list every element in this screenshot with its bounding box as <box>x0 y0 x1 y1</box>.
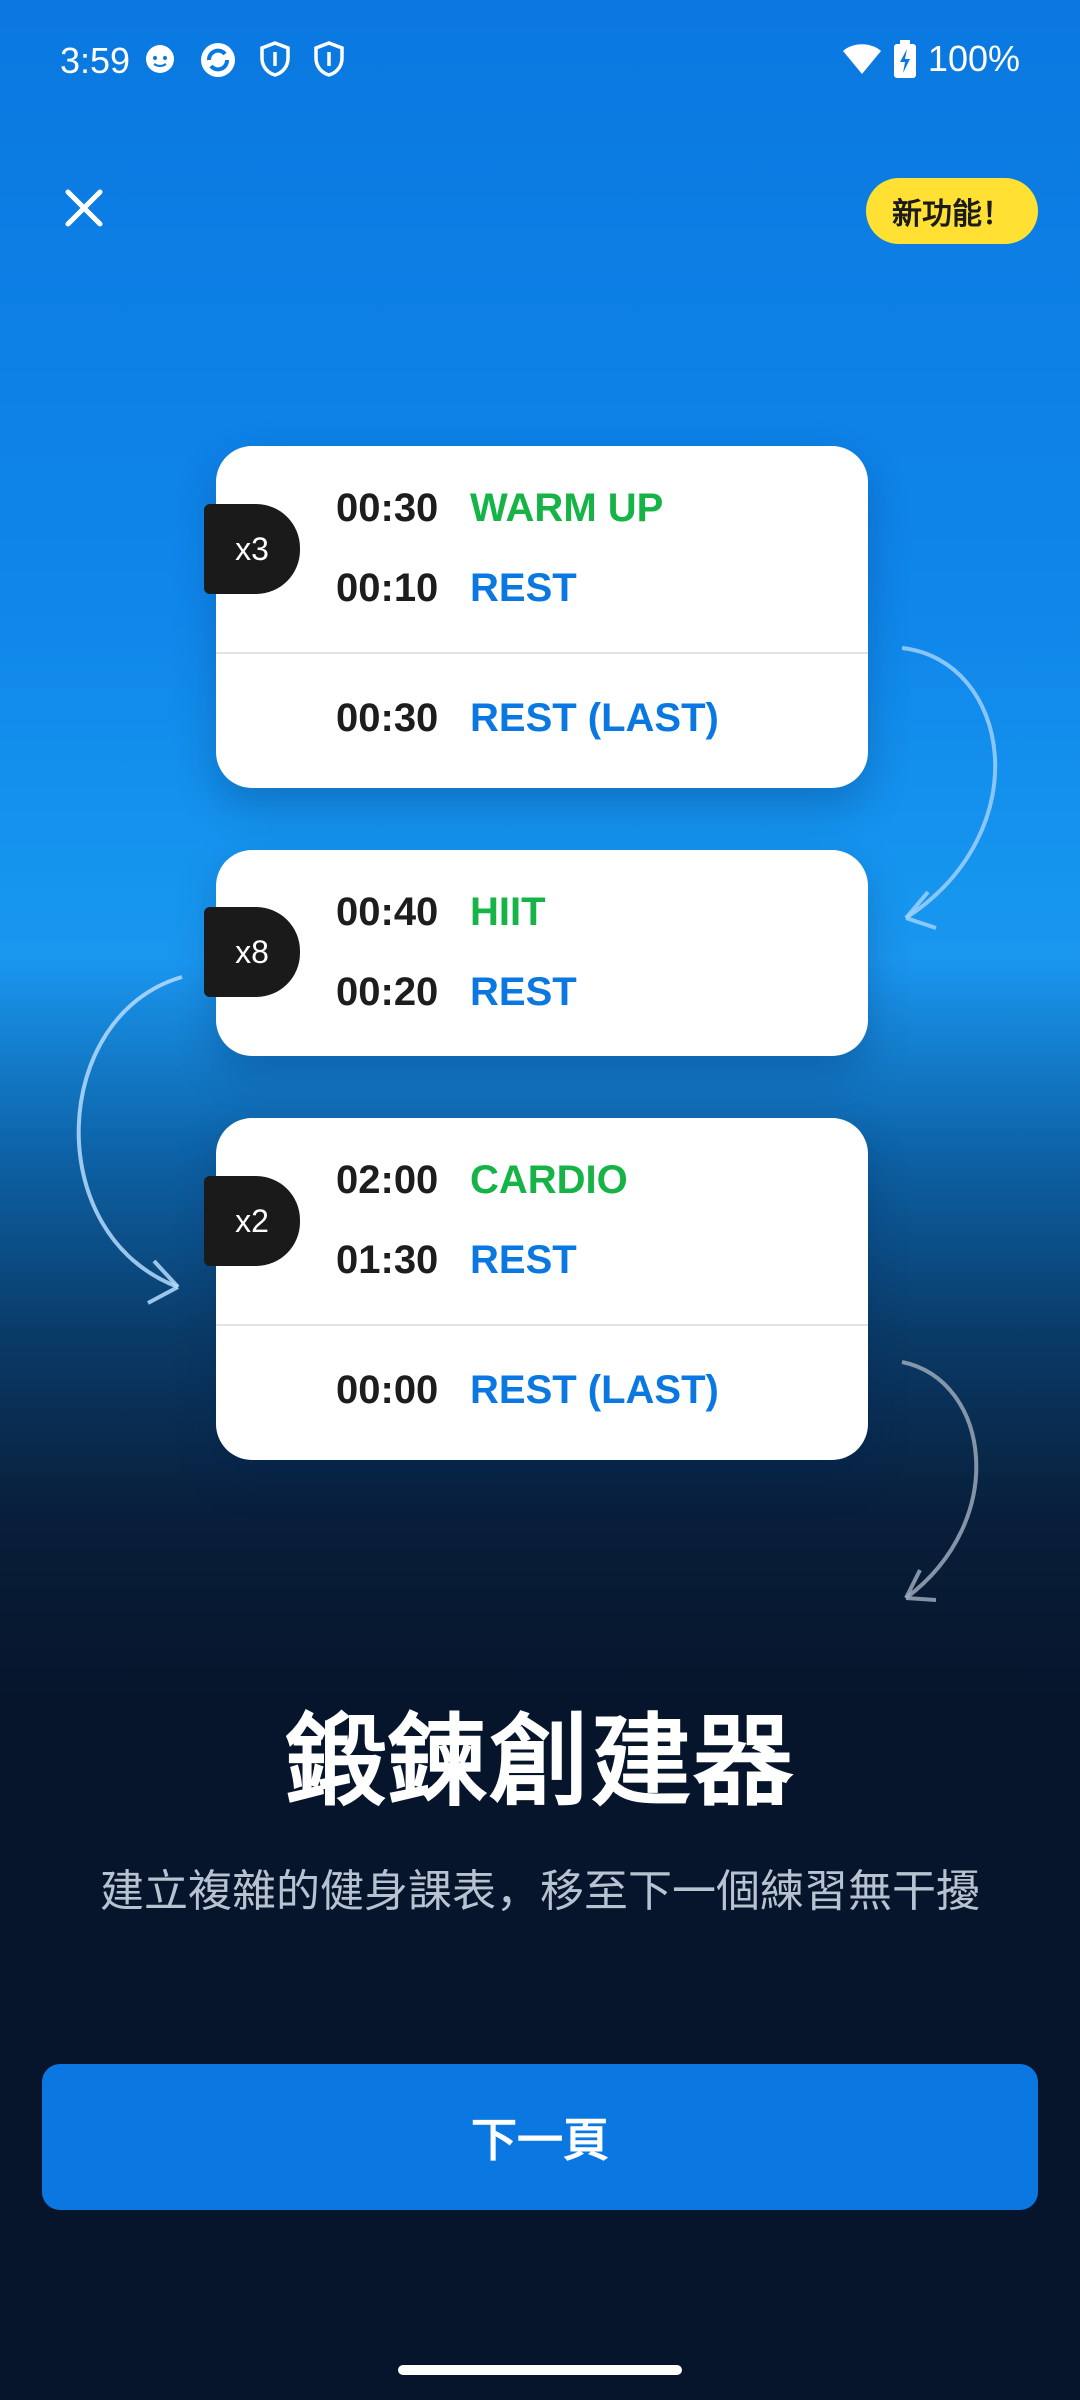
interval-row-last: 00:00 REST (LAST) <box>336 1368 719 1413</box>
close-icon <box>65 189 103 227</box>
interval-row: 02:00 CARDIO <box>336 1158 628 1203</box>
interval-label: REST (LAST) <box>470 696 719 740</box>
interval-time: 01:30 <box>336 1238 439 1282</box>
interval-row: 00:30 WARM UP <box>336 486 663 531</box>
shield-icon <box>260 41 290 77</box>
sync-icon <box>201 43 235 77</box>
interval-row: 01:30 REST <box>336 1238 577 1283</box>
interval-label: REST <box>470 1238 577 1282</box>
arrow-right-2 <box>901 1360 979 1602</box>
close-button[interactable] <box>48 172 120 244</box>
interval-label: REST (LAST) <box>470 1368 719 1412</box>
status-right: 100% <box>842 38 1020 80</box>
interval-time: 00:30 <box>336 486 439 530</box>
interval-label: REST <box>470 970 577 1014</box>
battery-percent: 100% <box>927 38 1020 79</box>
interval-time: 00:10 <box>336 566 439 610</box>
interval-time: 00:30 <box>336 696 439 740</box>
new-feature-badge: 新功能！ <box>866 178 1038 244</box>
interval-label: HIIT <box>470 890 546 934</box>
interval-time: 00:40 <box>336 890 439 934</box>
interval-row: 00:40 HIIT <box>336 890 546 935</box>
arrow-left-1 <box>76 975 183 1305</box>
status-time: 3:59 <box>60 40 131 81</box>
notification-icons <box>142 40 346 80</box>
repeat-badge: x8 <box>204 907 300 997</box>
interval-row-last: 00:30 REST (LAST) <box>336 696 719 741</box>
status-bar: 3:59 100% <box>0 0 1080 120</box>
interval-row: 00:20 REST <box>336 970 577 1015</box>
interval-card-3: 02:00 CARDIO 01:30 REST 00:00 REST (LAST… <box>216 1118 868 1460</box>
home-gesture-bar[interactable] <box>398 2365 682 2375</box>
repeat-badge: x3 <box>204 504 300 594</box>
page-subtitle: 建立複雜的健身課表，移至下一個練習無干擾 <box>100 1867 980 1916</box>
interval-label: WARM UP <box>470 486 664 530</box>
card-divider <box>216 652 868 654</box>
cat-notification-icon <box>146 45 174 73</box>
battery-charging-icon <box>893 40 916 78</box>
interval-card-1: 00:30 WARM UP 00:10 REST 00:30 REST (LAS… <box>216 446 868 788</box>
shield-icon <box>314 41 344 77</box>
interval-label: REST <box>470 566 577 610</box>
interval-time: 00:00 <box>336 1368 439 1412</box>
interval-card-2: 00:40 HIIT 00:20 REST <box>216 850 868 1056</box>
card-divider <box>216 1324 868 1326</box>
interval-time: 02:00 <box>336 1158 439 1202</box>
interval-row: 00:10 REST <box>336 566 577 611</box>
wifi-icon <box>842 44 881 74</box>
repeat-badge: x2 <box>204 1176 300 1266</box>
next-page-button[interactable]: 下一頁 <box>42 2064 1038 2210</box>
interval-label: CARDIO <box>470 1158 628 1202</box>
interval-time: 00:20 <box>336 970 439 1014</box>
page-title: 鍛鍊創建器 <box>285 1706 795 1818</box>
arrow-right-1 <box>901 646 998 930</box>
